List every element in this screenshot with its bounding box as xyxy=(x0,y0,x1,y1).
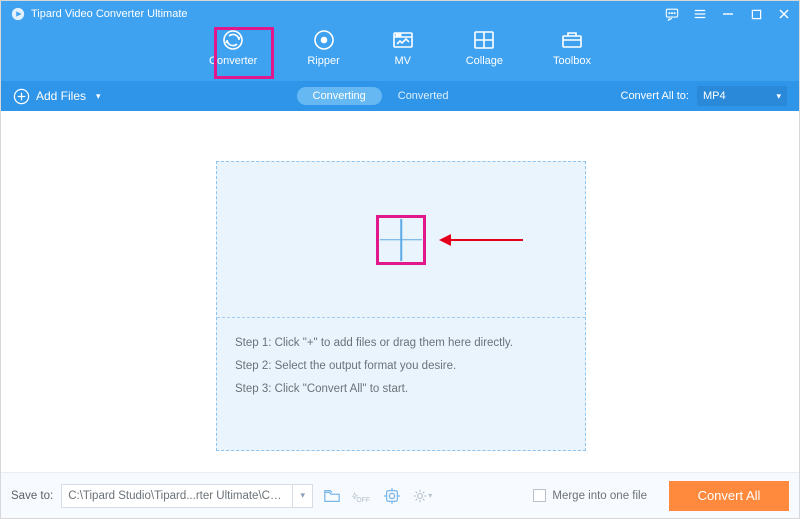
plus-circle-icon xyxy=(13,88,30,105)
tab-toolbox[interactable]: Toolbox xyxy=(551,25,593,69)
status-segmented: Converting Converted xyxy=(297,87,465,105)
window-controls xyxy=(665,7,791,21)
main-tabs: Converter Ripper MV Collage Toolbox xyxy=(1,25,799,69)
app-title: Tipard Video Converter Ultimate xyxy=(31,8,665,20)
chevron-down-icon: ▾ xyxy=(300,490,305,501)
save-to-label: Save to: xyxy=(11,490,53,502)
tab-label: Ripper xyxy=(307,55,339,67)
chevron-down-icon: ▾ xyxy=(776,91,781,102)
convert-all-button[interactable]: Convert All xyxy=(669,481,789,511)
subheader: Add Files ▾ Converting Converted Convert… xyxy=(1,81,799,111)
chevron-down-icon: ▾ xyxy=(428,491,432,500)
settings-icon[interactable]: ▾ xyxy=(411,485,433,507)
ripper-icon xyxy=(311,27,337,53)
add-files-label: Add Files xyxy=(36,89,86,103)
format-value: MP4 xyxy=(703,90,726,102)
dropzone[interactable]: Step 1: Click "+" to add files or drag t… xyxy=(216,161,586,451)
tab-mv[interactable]: MV xyxy=(388,25,418,69)
mv-icon xyxy=(390,27,416,53)
tab-converter[interactable]: Converter xyxy=(207,25,259,69)
step-2-text: Step 2: Select the output format you des… xyxy=(235,355,567,378)
chevron-down-icon: ▾ xyxy=(96,91,101,102)
tab-label: MV xyxy=(394,55,411,67)
open-folder-icon[interactable] xyxy=(321,485,343,507)
merge-checkbox[interactable]: Merge into one file xyxy=(533,489,647,502)
annotation-arrow xyxy=(439,234,523,246)
main-area: Step 1: Click "+" to add files or drag t… xyxy=(1,111,799,472)
add-files-button[interactable]: Add Files ▾ xyxy=(13,88,101,105)
save-path-dropdown[interactable]: ▾ xyxy=(292,485,312,507)
close-icon[interactable] xyxy=(777,7,791,21)
minimize-icon[interactable] xyxy=(721,7,735,21)
footer: Save to: C:\Tipard Studio\Tipard...rter … xyxy=(1,472,799,518)
menu-icon[interactable] xyxy=(693,7,707,21)
save-path-value: C:\Tipard Studio\Tipard...rter Ultimate\… xyxy=(62,490,292,502)
output-format-select[interactable]: MP4 ▾ xyxy=(697,86,787,106)
feedback-icon[interactable] xyxy=(665,7,679,21)
dropzone-top xyxy=(217,162,585,317)
save-path-field[interactable]: C:\Tipard Studio\Tipard...rter Ultimate\… xyxy=(61,484,313,508)
step-1-text: Step 1: Click "+" to add files or drag t… xyxy=(235,332,567,355)
step-3-text: Step 3: Click "Convert All" to start. xyxy=(235,378,567,401)
segment-converting[interactable]: Converting xyxy=(297,87,382,105)
convert-all-to-label: Convert All to: xyxy=(621,90,689,102)
titlebar: Tipard Video Converter Ultimate xyxy=(1,1,799,23)
converter-icon xyxy=(220,27,246,53)
convert-all-to: Convert All to: MP4 ▾ xyxy=(621,86,787,106)
tab-label: Toolbox xyxy=(553,55,591,67)
tab-label: Collage xyxy=(466,55,503,67)
add-files-plus-icon[interactable] xyxy=(378,217,424,263)
collage-icon xyxy=(471,27,497,53)
tab-ripper[interactable]: Ripper xyxy=(305,25,341,69)
speed-icon[interactable]: OFF xyxy=(351,485,373,507)
segment-converted[interactable]: Converted xyxy=(382,87,465,105)
app-window: Tipard Video Converter Ultimate Converte… xyxy=(0,0,800,519)
header: Tipard Video Converter Ultimate Converte… xyxy=(1,1,799,81)
merge-label: Merge into one file xyxy=(552,490,647,502)
tab-label: Converter xyxy=(209,55,257,67)
toolbox-icon xyxy=(559,27,585,53)
gpu-accel-icon[interactable] xyxy=(381,485,403,507)
dropzone-instructions: Step 1: Click "+" to add files or drag t… xyxy=(217,318,585,415)
app-logo-icon xyxy=(11,7,25,21)
tab-collage[interactable]: Collage xyxy=(464,25,505,69)
maximize-icon[interactable] xyxy=(749,7,763,21)
checkbox-icon xyxy=(533,489,546,502)
